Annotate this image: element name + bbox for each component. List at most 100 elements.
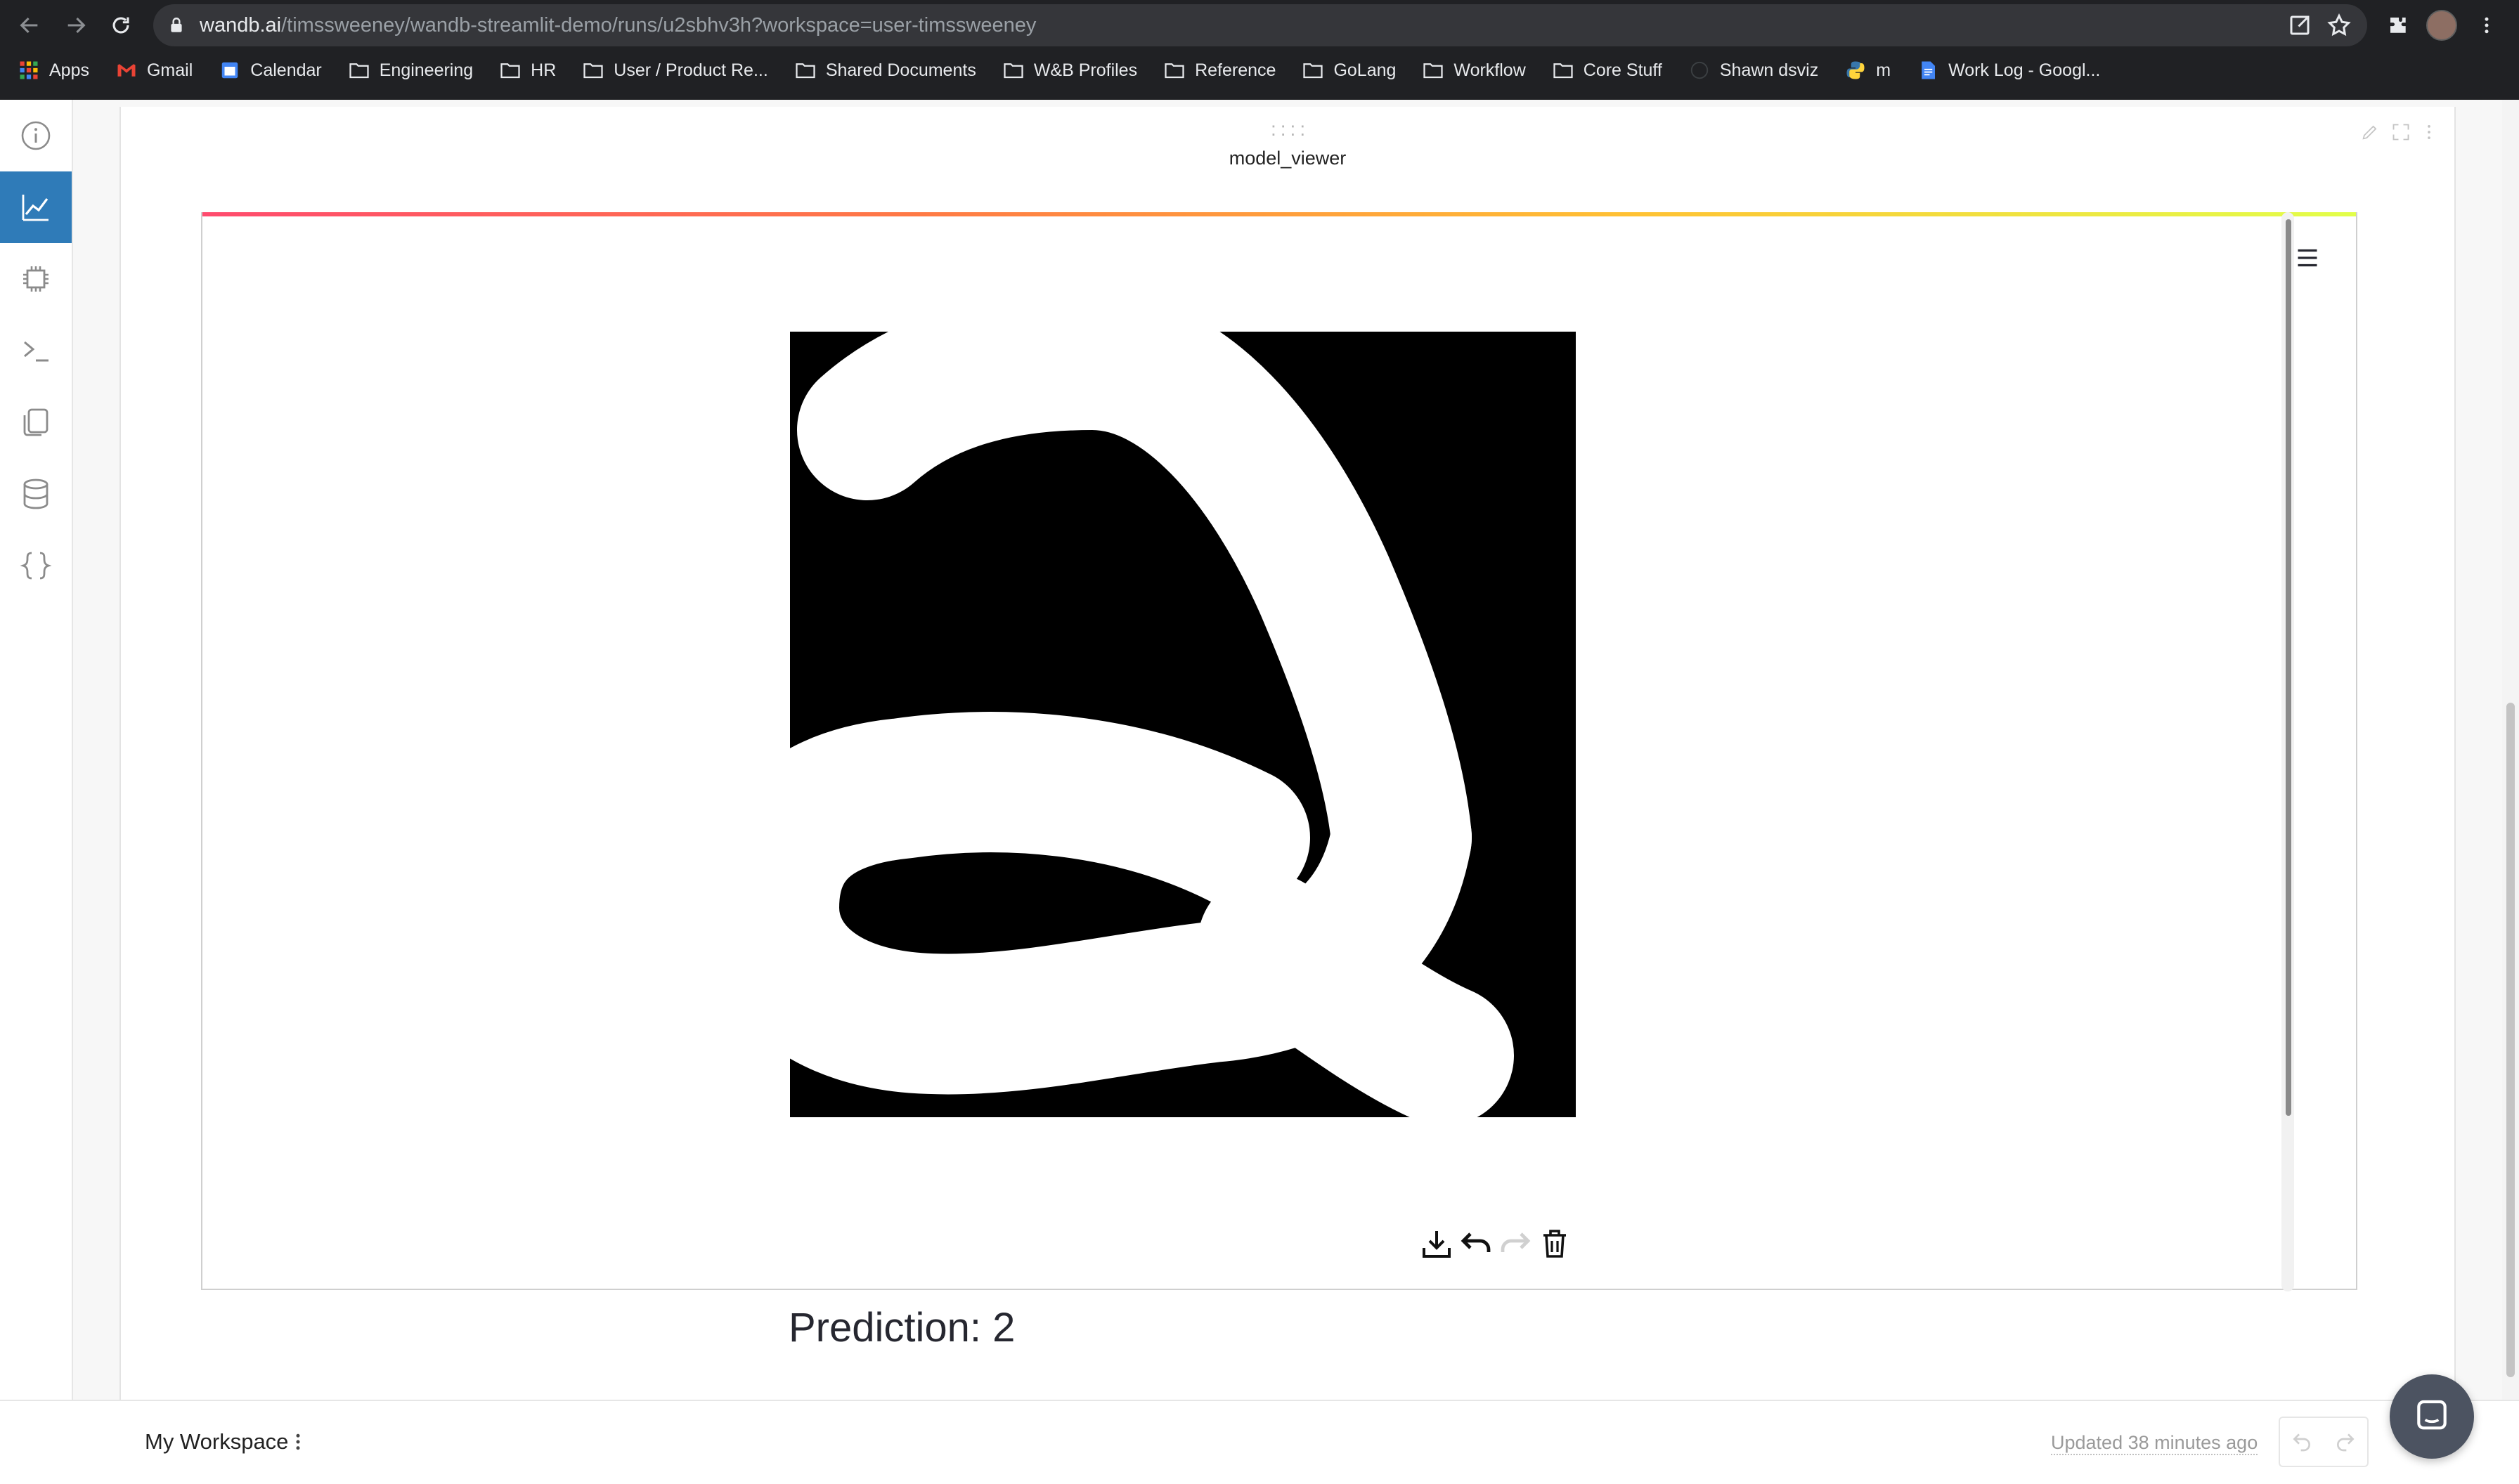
redo-canvas-button[interactable] bbox=[1496, 1224, 1535, 1263]
bookmark-shawn-dsviz[interactable]: Shawn dsviz bbox=[1689, 60, 1818, 81]
chip-icon bbox=[23, 266, 48, 292]
canvas-toolbar bbox=[1417, 1224, 1574, 1263]
bookmark-engineering[interactable]: Engineering bbox=[349, 60, 473, 81]
support-chat-button[interactable] bbox=[2390, 1374, 2474, 1459]
browser-chrome: wandb.ai/timssweeney/wandb-streamlit-dem… bbox=[0, 0, 2519, 100]
profile-button[interactable] bbox=[2425, 8, 2459, 42]
sidebar-item-overview[interactable] bbox=[0, 100, 72, 171]
digit-drawing bbox=[790, 332, 1576, 1117]
bookmark-gmail[interactable]: Gmail bbox=[116, 60, 193, 81]
panel-title: model_viewer bbox=[1229, 148, 1347, 169]
globe-icon bbox=[1690, 61, 1709, 79]
puzzle-icon bbox=[2390, 18, 2406, 33]
bookmark-label: Reference bbox=[1195, 60, 1276, 80]
chat-icon bbox=[2417, 1400, 2447, 1430]
streamlit-app-frame: Prediction: 2 bbox=[201, 212, 2357, 1350]
kebab-menu-icon bbox=[2485, 17, 2489, 34]
lock-icon bbox=[171, 18, 182, 32]
undo-icon bbox=[2293, 1433, 2310, 1452]
url-text: wandb.ai/timssweeney/wandb-streamlit-dem… bbox=[200, 4, 1036, 46]
bookmark-hr[interactable]: HR bbox=[500, 60, 556, 81]
bookmark-apps[interactable]: Apps bbox=[18, 60, 89, 81]
sidebar-item-files[interactable] bbox=[0, 386, 72, 458]
sidebar-item-logs[interactable] bbox=[0, 315, 72, 386]
bookmark-label: Engineering bbox=[379, 60, 474, 80]
database-icon bbox=[23, 479, 48, 509]
workspace-main: :::: model_viewer Prediction: 2 bbox=[73, 100, 2505, 1400]
drawing-canvas[interactable] bbox=[790, 332, 1576, 1117]
avatar bbox=[2426, 10, 2457, 41]
folder-icon bbox=[500, 63, 520, 79]
back-arrow-icon bbox=[20, 17, 38, 34]
bookmark-core-stuff[interactable]: Core Stuff bbox=[1553, 60, 1662, 81]
bookmark-calendar[interactable]: Calendar bbox=[219, 60, 322, 81]
bookmark-m[interactable]: m bbox=[1845, 60, 1891, 81]
bookmark-label: Shawn dsviz bbox=[1719, 60, 1819, 80]
google-docs-icon bbox=[1922, 61, 1936, 79]
back-button[interactable] bbox=[13, 8, 46, 42]
drag-handle[interactable]: :::: bbox=[1271, 119, 1305, 139]
bookmark-golang[interactable]: GoLang bbox=[1302, 60, 1396, 81]
bookmark-wb-profiles[interactable]: W&B Profiles bbox=[1003, 60, 1137, 81]
folder-icon bbox=[583, 63, 603, 79]
folder-icon bbox=[1004, 63, 1023, 79]
bookmark-label: User / Product Re... bbox=[614, 60, 768, 80]
folder-icon bbox=[1303, 63, 1323, 79]
workspace-name[interactable]: My Workspace bbox=[145, 1429, 288, 1454]
clear-canvas-button[interactable] bbox=[1535, 1224, 1574, 1263]
download-icon bbox=[1423, 1231, 1451, 1258]
trash-icon bbox=[1543, 1230, 1566, 1258]
fullscreen-icon bbox=[2392, 124, 2409, 141]
forward-arrow-icon bbox=[67, 17, 86, 34]
bookmark-shared-documents[interactable]: Shared Documents bbox=[795, 60, 976, 81]
panel-menu-button[interactable] bbox=[2416, 119, 2442, 145]
forward-button[interactable] bbox=[59, 8, 93, 42]
bookmark-label: m bbox=[1876, 60, 1891, 80]
calendar-icon bbox=[222, 62, 238, 79]
download-canvas-button[interactable] bbox=[1417, 1224, 1456, 1263]
sidebar-item-system[interactable] bbox=[0, 243, 72, 315]
reload-button[interactable] bbox=[104, 8, 138, 42]
bookmark-label: GoLang bbox=[1333, 60, 1397, 80]
folder-icon bbox=[1165, 63, 1184, 79]
pencil-icon bbox=[2362, 125, 2377, 140]
redo-icon bbox=[1501, 1232, 1531, 1252]
folder-icon bbox=[349, 63, 369, 79]
workspace-footer: My Workspace Updated 38 minutes ago bbox=[0, 1400, 2519, 1484]
edit-panel-button[interactable] bbox=[2357, 119, 2383, 145]
address-bar[interactable]: wandb.ai/timssweeney/wandb-streamlit-dem… bbox=[153, 4, 2367, 46]
bookmark-work-log[interactable]: Work Log - Googl... bbox=[1917, 60, 2100, 81]
bookmark-star-icon[interactable] bbox=[2326, 13, 2352, 38]
sidebar-item-artifacts[interactable] bbox=[0, 458, 72, 530]
bookmark-user-product[interactable]: User / Product Re... bbox=[583, 60, 768, 81]
bookmark-label: Gmail bbox=[146, 60, 193, 80]
workspace-redo-button[interactable] bbox=[2324, 1418, 2367, 1466]
folder-icon bbox=[796, 63, 815, 79]
undo-canvas-button[interactable] bbox=[1456, 1224, 1496, 1263]
bookmark-label: Work Log - Googl... bbox=[1948, 60, 2101, 80]
frame-scrollbar-thumb[interactable] bbox=[2286, 219, 2291, 1116]
app-menu-button[interactable] bbox=[2290, 240, 2325, 275]
fullscreen-panel-button[interactable] bbox=[2388, 119, 2414, 145]
redo-icon bbox=[2337, 1433, 2355, 1452]
line-chart-icon bbox=[22, 195, 48, 221]
bookmark-label: Shared Documents bbox=[825, 60, 976, 80]
kebab-menu-icon bbox=[296, 1433, 300, 1450]
url-host: wandb.ai bbox=[200, 14, 282, 37]
workspace-menu-button[interactable] bbox=[285, 1426, 311, 1457]
workspace-undo-redo bbox=[2279, 1417, 2369, 1467]
bookmark-label: Workflow bbox=[1453, 60, 1526, 80]
terminal-icon bbox=[24, 341, 48, 362]
apps-grid-icon bbox=[20, 61, 38, 79]
workspace-undo-button[interactable] bbox=[2280, 1418, 2324, 1466]
open-in-app-icon[interactable] bbox=[2287, 13, 2312, 38]
extensions-button[interactable] bbox=[2381, 8, 2415, 42]
browser-menu-button[interactable] bbox=[2470, 8, 2504, 42]
gmail-icon bbox=[117, 64, 136, 77]
page-scrollbar-thumb[interactable] bbox=[2506, 703, 2515, 1377]
sidebar-item-charts[interactable] bbox=[0, 171, 72, 243]
bookmark-reference[interactable]: Reference bbox=[1164, 60, 1276, 81]
sidebar-item-code[interactable] bbox=[0, 530, 72, 601]
bookmark-workflow[interactable]: Workflow bbox=[1423, 60, 1526, 81]
folder-icon bbox=[1553, 63, 1573, 79]
